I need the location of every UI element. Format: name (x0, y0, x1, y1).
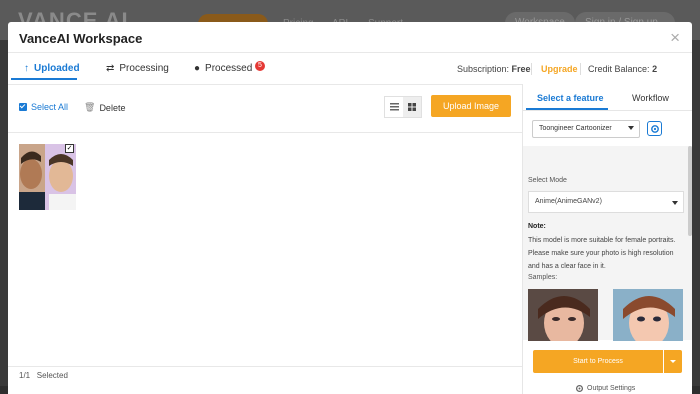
sample-image-before (528, 289, 598, 341)
divider (580, 63, 581, 75)
check-circle-icon: ● (194, 63, 201, 74)
output-settings-label: Output Settings (587, 385, 636, 392)
note-title: Note: (528, 223, 546, 230)
thumbnail-checkbox[interactable]: ✓ (65, 144, 74, 153)
workspace-modal: VanceAI Workspace × ↑ Uploaded ⇄ Process… (8, 22, 692, 394)
selected-label: Selected (36, 371, 68, 380)
gear-icon (650, 124, 659, 133)
processed-count-badge: 5 (255, 61, 265, 71)
grid-view-icon[interactable] (403, 97, 421, 117)
uploaded-image-thumbnail[interactable] (19, 144, 76, 210)
select-all-label: Select All (31, 102, 69, 112)
chevron-down-icon (672, 201, 678, 205)
panel-scrollbar[interactable] (688, 146, 692, 236)
feature-value: Toongineer Cartoonizer (539, 125, 612, 132)
list-view-icon[interactable] (385, 97, 403, 117)
selection-count: 1/1 Selected (19, 371, 68, 380)
arrow-up-icon: ↑ (24, 63, 29, 74)
panel-tab-divider (523, 110, 692, 111)
close-icon[interactable]: × (670, 28, 680, 48)
tab-workflow[interactable]: Workflow (632, 93, 669, 103)
tab-uploaded[interactable]: ↑ Uploaded (24, 63, 80, 74)
sample-image-after (613, 289, 683, 341)
subscription-label: Subscription: (457, 64, 510, 74)
credit-info: Credit Balance: 2 (588, 64, 657, 74)
footer-divider (8, 366, 522, 367)
selected-count: 1/1 (19, 371, 31, 380)
note-text: This model is more suitable for female p… (528, 237, 676, 270)
mode-dropdown[interactable]: Anime(AnimeGANv2) (528, 191, 684, 213)
active-tab-indicator (11, 78, 77, 80)
start-options-dropdown[interactable] (664, 350, 682, 373)
mode-label: Select Mode (528, 177, 567, 184)
tab-label: Uploaded (34, 63, 80, 74)
mode-value: Anime(AnimeGANv2) (535, 198, 602, 205)
tab-label: Processed (205, 63, 253, 74)
gear-icon (575, 384, 584, 393)
output-settings-link[interactable]: Output Settings (575, 384, 635, 393)
tab-processed[interactable]: ● Processed (194, 63, 252, 74)
credit-value: 2 (652, 64, 658, 74)
subscription-info: Subscription: Free (457, 64, 531, 74)
tab-label: Processing (119, 63, 169, 74)
feature-settings-button[interactable] (647, 121, 662, 136)
chevron-down-icon (628, 126, 634, 130)
modal-title: VanceAI Workspace (19, 31, 143, 46)
feature-panel: Select a feature Workflow Toongineer Car… (522, 84, 692, 394)
checkbox-icon (19, 103, 27, 111)
divider (531, 63, 532, 75)
title-divider (8, 52, 692, 53)
select-all-button[interactable]: Select All (19, 102, 68, 112)
feature-dropdown[interactable]: Toongineer Cartoonizer (532, 120, 640, 138)
delete-button[interactable]: 🗑 Delete (84, 102, 125, 113)
start-process-button[interactable]: Start to Process (533, 350, 663, 373)
toolbar-divider (8, 132, 522, 133)
refresh-icon: ⇄ (106, 63, 115, 74)
subscription-value: Free (511, 64, 531, 74)
samples-label: Samples: (528, 274, 558, 281)
view-toggle (384, 96, 422, 118)
upgrade-link[interactable]: Upgrade (541, 64, 578, 74)
tab-processing[interactable]: ⇄ Processing (106, 63, 169, 74)
upgrade-label: Upgrade (541, 64, 578, 74)
tabs-divider (8, 84, 522, 85)
delete-label: Delete (99, 102, 126, 113)
trash-icon: 🗑 (84, 102, 96, 112)
tab-select-feature[interactable]: Select a feature (537, 93, 604, 103)
upload-image-button[interactable]: Upload Image (431, 95, 511, 117)
credit-label: Credit Balance: (588, 64, 650, 74)
